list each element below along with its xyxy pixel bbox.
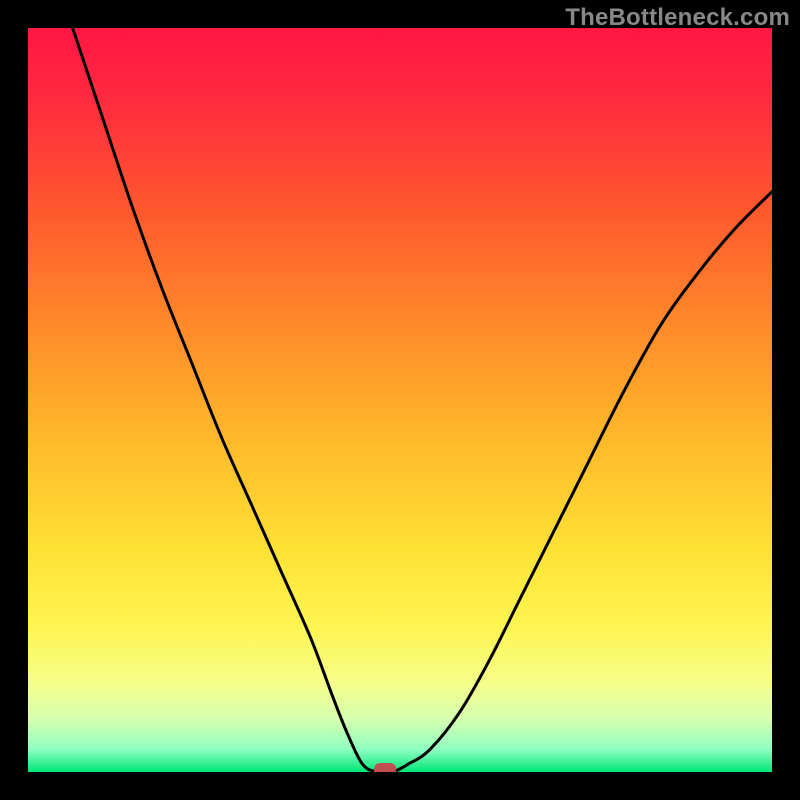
plot-area	[28, 28, 772, 772]
bottleneck-curve	[73, 28, 772, 772]
chart-frame: TheBottleneck.com	[0, 0, 800, 800]
optimal-marker	[374, 763, 396, 772]
curve-layer	[28, 28, 772, 772]
watermark: TheBottleneck.com	[565, 4, 790, 32]
